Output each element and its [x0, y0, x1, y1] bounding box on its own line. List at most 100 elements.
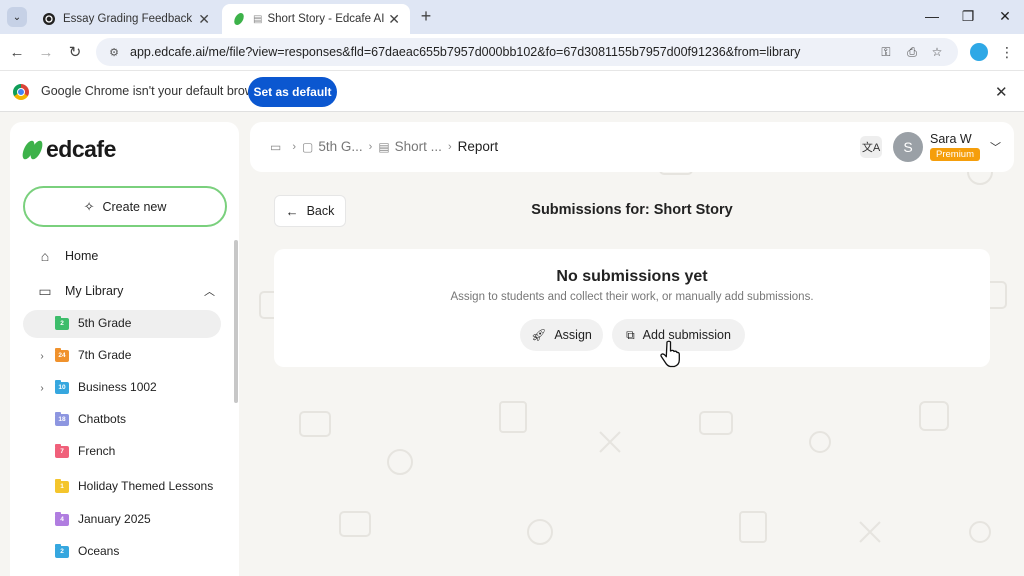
sidebar-item-my-library[interactable]: ▭ My Library ︿	[23, 277, 223, 305]
profile-avatar-icon[interactable]	[970, 43, 988, 61]
tab-search-icon[interactable]: ⌄	[7, 7, 27, 27]
sidebar-folder-item[interactable]: 7 French	[23, 438, 221, 466]
sidebar-scrollbar[interactable]	[234, 240, 238, 403]
sidebar-folder-item[interactable]: 4 January 2025	[23, 506, 221, 534]
sidebar-item-label: Home	[65, 249, 99, 263]
edcafe-favicon-icon	[234, 13, 244, 25]
folder-icon: 24	[55, 348, 69, 362]
folder-icon: 18	[55, 412, 69, 426]
folder-icon: 4	[55, 512, 69, 526]
premium-badge: Premium	[930, 148, 981, 161]
folder-count: 2	[60, 320, 64, 327]
page-title: Submissions for: Short Story	[531, 202, 733, 218]
create-new-button[interactable]: ✧ Create new	[23, 186, 227, 227]
tab-close-icon[interactable]: ✕	[388, 11, 400, 28]
edcafe-logo[interactable]: edcafe	[20, 136, 116, 163]
forward-arrow-icon[interactable]: →	[35, 41, 57, 63]
sidebar-folder-item[interactable]: 1 Holiday Themed Lessons	[23, 470, 221, 504]
default-browser-infobar: Google Chrome isn't your default browser…	[0, 70, 1024, 112]
address-bar[interactable]: ⚙ app.edcafe.ai/me/file?view=responses&f…	[96, 38, 958, 66]
chevron-right-icon[interactable]: ›	[33, 383, 51, 394]
tab-title: Essay Grading Feedback	[63, 13, 193, 25]
tab-close-icon[interactable]: ✕	[198, 11, 210, 28]
browser-toolbar: ← → ↻ ⚙ app.edcafe.ai/me/file?view=respo…	[0, 34, 1024, 70]
empty-state-description: Assign to students and collect their wor…	[450, 291, 814, 303]
folder-label: 5th Grade	[78, 316, 132, 331]
set-as-default-button[interactable]: Set as default	[248, 77, 337, 107]
folder-count: 10	[58, 384, 66, 391]
avatar[interactable]: S	[893, 132, 923, 162]
translate-icon[interactable]: 文A	[860, 136, 882, 158]
folder-count: 24	[58, 352, 66, 359]
library-drawer-icon: ▭	[38, 282, 52, 299]
folder-label: Oceans	[78, 544, 120, 559]
chevron-up-icon[interactable]: ︿	[204, 283, 215, 299]
sparkle-icon: ✧	[83, 198, 95, 214]
document-icon: ▤	[253, 13, 263, 25]
folder-icon: 10	[55, 380, 69, 394]
sidebar-folder-item[interactable]: 2 5th Grade	[23, 310, 221, 338]
folder-label: French	[78, 444, 116, 459]
back-arrow-icon[interactable]: ←	[6, 41, 28, 63]
chrome-menu-icon[interactable]: ⋮	[1000, 43, 1014, 61]
chevron-right-icon[interactable]: ›	[33, 351, 51, 362]
logo-text: edcafe	[46, 136, 116, 162]
home-icon: ⌂	[40, 248, 50, 264]
empty-state-title: No submissions yet	[556, 268, 708, 285]
sidebar-item-home[interactable]: ⌂ Home	[23, 242, 223, 270]
minimize-icon[interactable]: —	[922, 6, 942, 26]
empty-state-card: No submissions yet Assign to students an…	[274, 249, 990, 367]
tab-title: Short Story - Edcafe AI	[267, 13, 385, 25]
edcafe-leaf-icon	[20, 138, 45, 161]
sidebar-folder-item[interactable]: › 10 Business 1002	[23, 374, 221, 402]
assign-label: Assign	[554, 328, 592, 342]
user-name[interactable]: Sara W	[930, 132, 972, 146]
bookmark-star-icon[interactable]: ☆	[929, 44, 945, 60]
folder-count: 1	[60, 483, 64, 490]
sidebar-item-label: My Library	[65, 284, 124, 298]
infobar-close-icon[interactable]: ✕	[995, 83, 1008, 101]
site-settings-icon[interactable]: ⚙	[106, 44, 122, 60]
folder-icon: 7	[55, 444, 69, 458]
reload-icon[interactable]: ↻	[64, 41, 86, 63]
folder-icon: 2	[55, 316, 69, 330]
copy-plus-icon: ⧉	[626, 327, 635, 342]
add-submission-label: Add submission	[642, 328, 731, 342]
tab-essay-grading[interactable]: Essay Grading Feedback ✕	[32, 4, 220, 34]
breadcrumb-folder[interactable]: 5th G...	[318, 139, 362, 154]
sidebar-folder-item[interactable]: 18 Chatbots	[23, 406, 221, 434]
folder-label: Chatbots	[78, 412, 127, 427]
document-icon: ▤	[378, 139, 390, 154]
folder-icon: ▢	[302, 139, 314, 154]
create-new-label: Create new	[102, 199, 167, 214]
back-button[interactable]: ← Back	[274, 195, 346, 227]
folder-label: Holiday Themed Lessons	[78, 479, 214, 494]
url-text: app.edcafe.ai/me/file?view=responses&fld…	[130, 45, 801, 59]
restore-icon[interactable]: ❐	[958, 6, 978, 26]
install-app-icon[interactable]: ⎙	[904, 44, 920, 60]
tab-short-story[interactable]: ▤ Short Story - Edcafe AI ✕	[222, 4, 410, 34]
key-icon[interactable]: ⚿	[878, 44, 894, 60]
folder-count: 2	[60, 548, 64, 555]
sidebar-folder-item[interactable]: › 24 7th Grade	[23, 342, 221, 370]
back-label: Back	[306, 204, 335, 218]
infobar-message: Google Chrome isn't your default browser	[41, 84, 272, 98]
folder-label: Business 1002	[78, 380, 157, 395]
sidebar-folder-item[interactable]: 2 Oceans	[23, 538, 221, 566]
library-drawer-icon[interactable]: ▭	[270, 140, 281, 154]
hand-pointer-cursor-icon	[660, 340, 680, 368]
folder-label: 7th Grade	[78, 348, 132, 363]
folder-label: January 2025	[78, 512, 151, 527]
openai-favicon-icon	[43, 13, 55, 25]
arrow-left-icon: ←	[285, 203, 299, 219]
folder-icon: 1	[55, 479, 69, 493]
app-page: edcafe ✧ Create new ⌂ Home ▭ My Library …	[0, 112, 1024, 576]
breadcrumb-current: Report	[457, 139, 499, 154]
assign-button[interactable]: 🚀︎ Assign	[520, 319, 603, 351]
close-window-icon[interactable]: ✕	[995, 6, 1015, 26]
chevron-right-icon: ›	[292, 140, 297, 153]
chrome-logo-icon	[13, 84, 29, 100]
breadcrumb-file[interactable]: Short ...	[395, 139, 442, 154]
new-tab-icon[interactable]: +	[416, 6, 436, 26]
chevron-down-icon[interactable]: ﹀	[990, 139, 1001, 155]
